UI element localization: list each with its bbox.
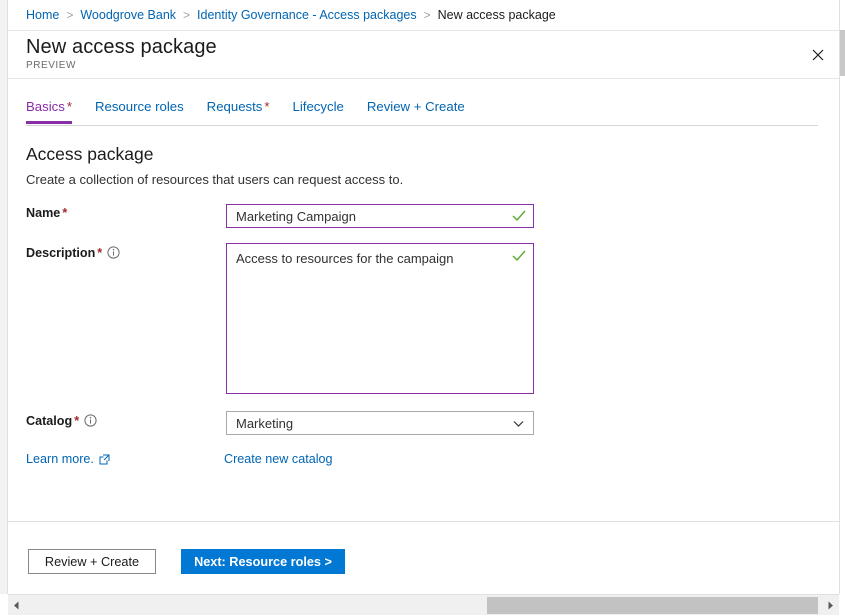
chevron-down-icon (512, 417, 525, 430)
create-new-catalog-label: Create new catalog (224, 452, 333, 466)
tab-basics-required-marker: * (67, 99, 72, 114)
section-description: Create a collection of resources that us… (26, 171, 726, 188)
catalog-selected-value: Marketing (236, 416, 512, 431)
learn-more-link[interactable]: Learn more. (26, 452, 110, 466)
description-required-marker: * (97, 246, 102, 260)
footer-divider (8, 521, 839, 522)
description-label-text: Description (26, 246, 95, 260)
close-button[interactable] (798, 31, 838, 78)
info-icon[interactable] (84, 414, 97, 427)
catalog-label-text: Catalog (26, 414, 72, 428)
breadcrumb-item-new-access-package: New access package (438, 8, 556, 22)
tab-resource-roles-label: Resource roles (95, 99, 184, 114)
tab-basics[interactable]: Basics* (26, 99, 72, 124)
tab-requests-label: Requests (207, 99, 263, 114)
horizontal-scrollbar[interactable] (8, 594, 839, 615)
info-icon[interactable] (107, 246, 120, 259)
review-create-button-label: Review + Create (45, 555, 139, 569)
horizontal-scrollbar-track[interactable] (25, 595, 822, 616)
name-label: Name* (26, 206, 67, 220)
create-new-catalog-link[interactable]: Create new catalog (224, 452, 333, 466)
blade-header: New access package PREVIEW (8, 31, 839, 79)
tab-lifecycle[interactable]: Lifecycle (293, 99, 344, 124)
learn-more-label: Learn more. (26, 452, 94, 466)
page-title: New access package (26, 35, 839, 59)
access-package-blade: Home > Woodgrove Bank > Identity Governa… (0, 0, 845, 616)
review-create-button[interactable]: Review + Create (28, 549, 156, 574)
next-resource-roles-button[interactable]: Next: Resource roles > (181, 549, 345, 574)
next-button-label: Next: Resource roles > (194, 555, 332, 569)
catalog-select[interactable]: Marketing (226, 411, 534, 435)
breadcrumb-item-woodgrove-bank[interactable]: Woodgrove Bank (80, 8, 176, 22)
left-gutter (0, 0, 8, 594)
breadcrumb-item-home[interactable]: Home (26, 8, 59, 22)
tab-requests-required-marker: * (264, 99, 269, 114)
description-textarea[interactable] (226, 243, 534, 394)
scroll-left-arrow-icon[interactable] (8, 595, 25, 616)
tab-resource-roles[interactable]: Resource roles (95, 99, 184, 124)
external-link-icon (99, 454, 110, 465)
description-label: Description* (26, 246, 120, 260)
section-title: Access package (26, 143, 726, 165)
scroll-right-arrow-icon[interactable] (822, 595, 839, 616)
horizontal-scrollbar-thumb[interactable] (487, 597, 818, 614)
close-icon (812, 49, 824, 61)
breadcrumb-item-identity-governance[interactable]: Identity Governance - Access packages (197, 8, 417, 22)
breadcrumb: Home > Woodgrove Bank > Identity Governa… (8, 0, 839, 31)
tab-lifecycle-label: Lifecycle (293, 99, 344, 114)
vertical-scrollbar-thumb[interactable] (840, 30, 845, 76)
section-header: Access package Create a collection of re… (26, 143, 726, 188)
name-label-text: Name (26, 206, 60, 220)
catalog-required-marker: * (74, 414, 79, 428)
name-input[interactable] (226, 204, 534, 228)
vertical-scrollbar[interactable] (839, 0, 845, 594)
tab-review-create[interactable]: Review + Create (367, 99, 465, 124)
catalog-label: Catalog* (26, 414, 97, 428)
breadcrumb-separator: > (424, 8, 431, 22)
breadcrumb-separator: > (66, 8, 73, 22)
tab-basics-label: Basics (26, 99, 65, 114)
tab-requests[interactable]: Requests* (207, 99, 270, 124)
name-required-marker: * (62, 206, 67, 220)
wizard-tabs: Basics* Resource roles Requests* Lifecyc… (26, 99, 818, 126)
preview-badge: PREVIEW (26, 60, 839, 71)
breadcrumb-separator: > (183, 8, 190, 22)
tab-review-create-label: Review + Create (367, 99, 465, 114)
